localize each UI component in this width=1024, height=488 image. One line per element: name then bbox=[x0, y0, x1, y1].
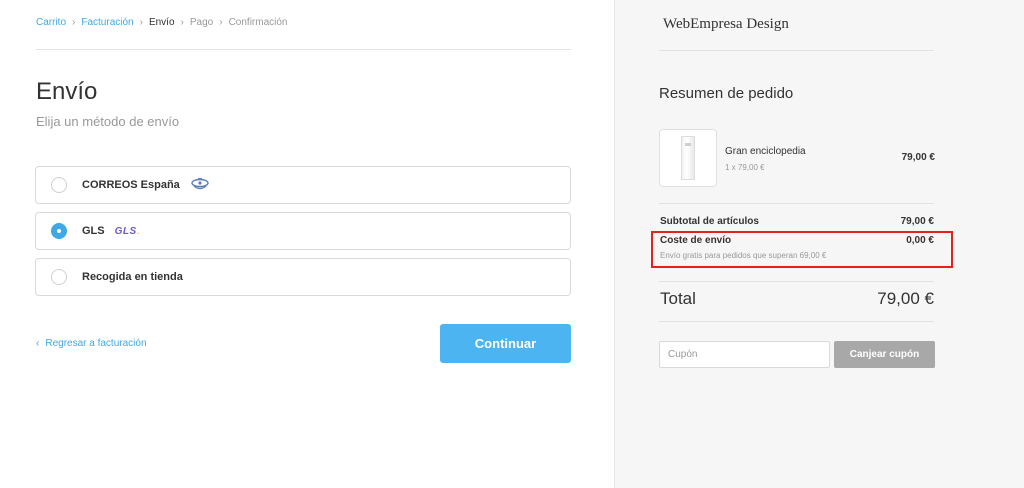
shipping-option-correos[interactable]: CORREOS España bbox=[35, 166, 571, 204]
breadcrumb-separator: › bbox=[139, 17, 143, 28]
radio-button-selected[interactable] bbox=[51, 223, 67, 239]
order-summary-panel: WebEmpresa Design Resumen de pedido Gran… bbox=[614, 0, 1024, 488]
product-name: Gran enciclopedia bbox=[725, 146, 806, 157]
breadcrumb-facturacion[interactable]: Facturación bbox=[81, 17, 133, 28]
total-value: 79,00 € bbox=[877, 289, 934, 308]
book-image bbox=[681, 136, 695, 180]
back-link-label: Regresar a facturación bbox=[45, 338, 147, 349]
correos-horn-icon bbox=[190, 178, 210, 192]
page-subtitle: Elija un método de envío bbox=[36, 114, 180, 129]
divider bbox=[659, 321, 934, 322]
radio-button[interactable] bbox=[51, 269, 67, 285]
subtotal-value: 79,00 € bbox=[900, 216, 934, 227]
breadcrumb-carrito[interactable]: Carrito bbox=[36, 17, 66, 28]
checkout-main-panel: Carrito › Facturación › Envío › Pago › C… bbox=[0, 0, 614, 488]
gls-logo: GLS. bbox=[114, 225, 140, 237]
store-name: WebEmpresa Design bbox=[663, 16, 789, 32]
divider bbox=[659, 203, 934, 204]
shipping-option-gls[interactable]: GLS GLS. bbox=[35, 212, 571, 250]
breadcrumb-envio: Envío bbox=[148, 17, 175, 28]
divider bbox=[659, 50, 934, 51]
divider bbox=[36, 49, 571, 50]
breadcrumb-separator: › bbox=[180, 17, 184, 28]
shipping-highlight-box bbox=[651, 231, 953, 268]
gls-logo-text: GLS bbox=[114, 225, 137, 237]
back-to-billing-link[interactable]: ‹ Regresar a facturación bbox=[36, 338, 147, 349]
summary-title: Resumen de pedido bbox=[659, 85, 794, 102]
total-label: Total bbox=[660, 289, 696, 308]
breadcrumb-separator: › bbox=[219, 17, 223, 28]
page-title: Envío bbox=[36, 78, 98, 105]
shipping-option-label: GLS bbox=[82, 225, 105, 237]
continue-button[interactable]: Continuar bbox=[440, 324, 571, 363]
product-thumbnail bbox=[659, 129, 717, 187]
shipping-option-label: Recogida en tienda bbox=[82, 271, 183, 283]
coupon-input[interactable] bbox=[659, 341, 830, 368]
breadcrumb-confirmacion: Confirmación bbox=[228, 17, 288, 28]
product-quantity: 1 x 79,00 € bbox=[725, 163, 765, 172]
breadcrumb: Carrito › Facturación › Envío › Pago › C… bbox=[36, 17, 288, 28]
redeem-coupon-button[interactable]: Canjear cupón bbox=[834, 341, 935, 368]
shipping-option-pickup[interactable]: Recogida en tienda bbox=[35, 258, 571, 296]
breadcrumb-pago: Pago bbox=[189, 17, 214, 28]
radio-button[interactable] bbox=[51, 177, 67, 193]
breadcrumb-separator: › bbox=[72, 17, 76, 28]
chevron-left-icon: ‹ bbox=[36, 338, 40, 349]
subtotal-label: Subtotal de artículos bbox=[660, 216, 759, 227]
divider bbox=[659, 281, 934, 282]
product-price: 79,00 € bbox=[901, 152, 935, 163]
shipping-option-label: CORREOS España bbox=[82, 179, 180, 191]
